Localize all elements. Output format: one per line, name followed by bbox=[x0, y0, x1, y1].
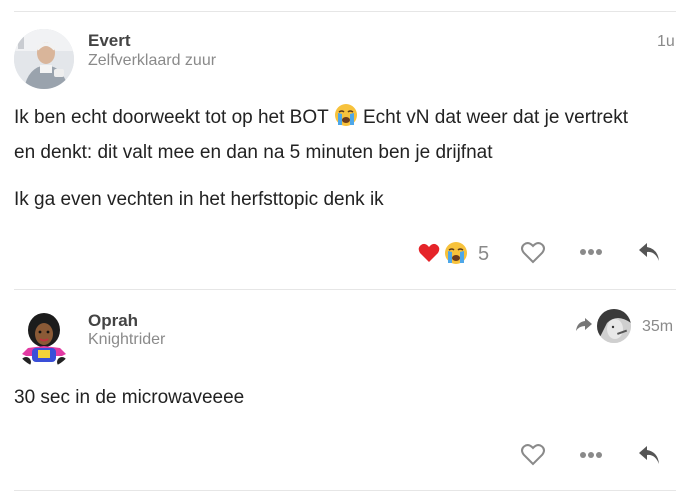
reaction-count[interactable]: 5 bbox=[478, 243, 489, 266]
post-time[interactable]: 35m bbox=[642, 318, 673, 336]
reply-icon[interactable] bbox=[636, 240, 662, 264]
author-name[interactable]: Evert bbox=[88, 31, 131, 51]
post-time[interactable]: 1u bbox=[657, 33, 675, 51]
bottom-divider bbox=[14, 490, 676, 491]
post-divider bbox=[14, 289, 676, 290]
crying-reaction-icon[interactable] bbox=[443, 240, 469, 266]
paragraph-1: 30 sec in de microwaveeee bbox=[14, 387, 245, 408]
post-body: 30 sec in de microwaveeee bbox=[14, 382, 674, 413]
reply-to-avatar[interactable] bbox=[597, 309, 631, 343]
more-icon[interactable] bbox=[578, 244, 604, 260]
user-title: Knightrider bbox=[88, 331, 166, 348]
avatar-oprah[interactable] bbox=[14, 308, 74, 368]
heart-reaction-icon[interactable] bbox=[417, 241, 441, 265]
paragraph-1-text-a: Ik ben echt doorweekt tot op het BOT bbox=[14, 107, 334, 128]
paragraph-1-text-b: Echt vN dat weer dat je vertrekt bbox=[357, 107, 629, 128]
post-body: Ik ben echt doorweekt tot op het BOT Ech… bbox=[14, 102, 674, 215]
like-icon[interactable] bbox=[519, 240, 547, 266]
top-divider bbox=[14, 11, 676, 12]
like-icon[interactable] bbox=[519, 442, 547, 468]
paragraph-1-cont: en denkt: dit valt mee en dan na 5 minut… bbox=[14, 142, 493, 163]
avatar-evert[interactable] bbox=[14, 29, 74, 89]
user-title: Zelfverklaard zuur bbox=[88, 52, 217, 69]
more-icon[interactable] bbox=[578, 447, 604, 463]
author-name[interactable]: Oprah bbox=[88, 311, 138, 331]
reply-icon[interactable] bbox=[636, 443, 662, 467]
crying-face-emoji-icon bbox=[334, 103, 358, 137]
reply-to-arrow-icon[interactable] bbox=[574, 316, 594, 334]
paragraph-2: Ik ga even vechten in het herfsttopic de… bbox=[14, 189, 384, 210]
paragraph-1: Ik ben echt doorweekt tot op het BOT Ech… bbox=[14, 102, 674, 137]
